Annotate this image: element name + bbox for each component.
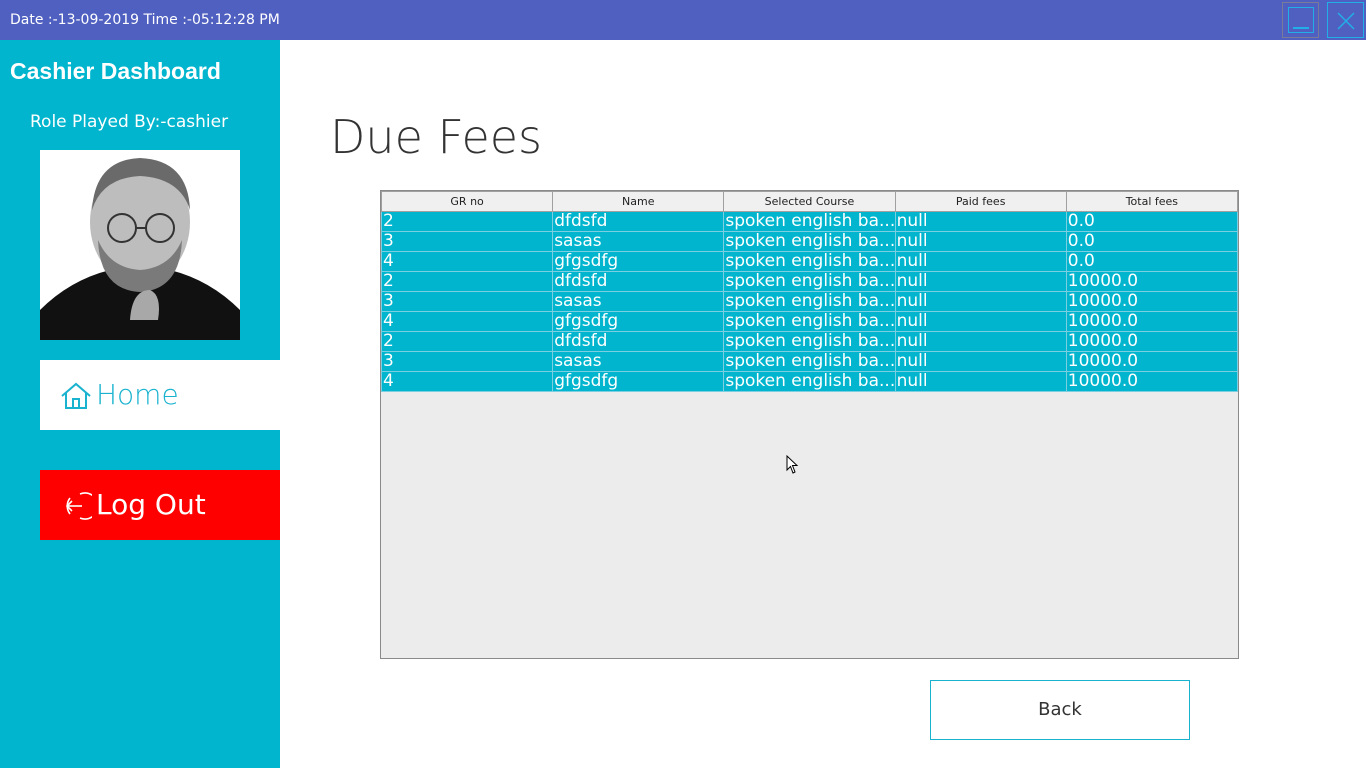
column-header[interactable]: GR no (381, 191, 554, 212)
table-cell[interactable]: 3 (381, 231, 554, 252)
table-cell[interactable]: 2 (381, 271, 554, 292)
table-row[interactable]: 4 gfgsdfg spoken english ba... null 0.0 (381, 251, 1238, 272)
table-header-row: GR no Name Selected Course Paid fees Tot… (381, 191, 1238, 212)
datetime-label: Date :-13-09-2019 Time :-05:12:28 PM (10, 12, 280, 28)
table-cell[interactable]: gfgsdfg (552, 371, 725, 392)
close-button[interactable] (1327, 2, 1364, 38)
mouse-cursor-icon (786, 455, 799, 474)
table-cell[interactable]: spoken english ba... (723, 371, 896, 392)
nav-home-button[interactable]: Home (40, 360, 280, 430)
table-cell[interactable]: dfdsfd (552, 211, 725, 232)
table-cell[interactable]: 10000.0 (1065, 291, 1238, 312)
table-row[interactable]: 4 gfgsdfg spoken english ba... null 1000… (381, 311, 1238, 332)
table-cell[interactable]: 3 (381, 291, 554, 312)
table-cell[interactable]: spoken english ba... (723, 311, 896, 332)
dashboard-title: Cashier Dashboard (10, 58, 221, 84)
back-button[interactable]: Back (930, 680, 1190, 740)
close-icon (1337, 12, 1355, 30)
table-row[interactable]: 2 dfdsfd spoken english ba... null 10000… (381, 331, 1238, 352)
table-cell[interactable]: null (894, 311, 1067, 332)
table-row[interactable]: 3 sasas spoken english ba... null 0.0 (381, 231, 1238, 252)
column-header[interactable]: Total fees (1065, 191, 1238, 212)
table-cell[interactable]: 2 (381, 211, 554, 232)
page-title: Due Fees (330, 110, 543, 164)
logout-button[interactable]: Log Out (40, 470, 280, 540)
table-cell[interactable]: spoken english ba... (723, 231, 896, 252)
table-cell[interactable]: spoken english ba... (723, 251, 896, 272)
table-row[interactable]: 2 dfdsfd spoken english ba... null 10000… (381, 271, 1238, 292)
table-row[interactable]: 2 dfdsfd spoken english ba... null 0.0 (381, 211, 1238, 232)
avatar (40, 150, 240, 340)
logout-label: Log Out (96, 488, 206, 521)
home-icon (61, 382, 91, 409)
table-cell[interactable]: 10000.0 (1065, 371, 1238, 392)
table-cell[interactable]: spoken english ba... (723, 331, 896, 352)
table-cell[interactable]: sasas (552, 231, 725, 252)
table-cell[interactable]: 0.0 (1065, 231, 1238, 252)
table-cell[interactable]: null (894, 331, 1067, 352)
table-cell[interactable]: 3 (381, 351, 554, 372)
table-cell[interactable]: spoken english ba... (723, 271, 896, 292)
table-cell[interactable]: null (894, 371, 1067, 392)
minimize-button[interactable] (1282, 2, 1319, 38)
table-cell[interactable]: null (894, 291, 1067, 312)
table-cell[interactable]: spoken english ba... (723, 351, 896, 372)
table-cell[interactable]: dfdsfd (552, 331, 725, 352)
column-header[interactable]: Selected Course (723, 191, 896, 212)
table-cell[interactable]: 10000.0 (1065, 271, 1238, 292)
table-cell[interactable]: sasas (552, 351, 725, 372)
table-cell[interactable]: 4 (381, 251, 554, 272)
table-cell[interactable]: gfgsdfg (552, 251, 725, 272)
table-cell[interactable]: 10000.0 (1065, 331, 1238, 352)
table-cell[interactable]: 0.0 (1065, 211, 1238, 232)
table-cell[interactable]: null (894, 231, 1067, 252)
nav-home-label: Home (96, 378, 179, 411)
column-header[interactable]: Name (552, 191, 725, 212)
table-cell[interactable]: spoken english ba... (723, 291, 896, 312)
sidebar: Cashier Dashboard Role Played By:-cashie… (0, 40, 280, 768)
logout-icon (65, 492, 92, 520)
table-cell[interactable]: 0.0 (1065, 251, 1238, 272)
table-cell[interactable]: null (894, 271, 1067, 292)
table-row[interactable]: 4 gfgsdfg spoken english ba... null 1000… (381, 371, 1238, 392)
table-cell[interactable]: 2 (381, 331, 554, 352)
column-header[interactable]: Paid fees (894, 191, 1067, 212)
table-cell[interactable]: 10000.0 (1065, 351, 1238, 372)
table-cell[interactable]: spoken english ba... (723, 211, 896, 232)
minimize-icon (1288, 7, 1314, 33)
title-bar: Date :-13-09-2019 Time :-05:12:28 PM (0, 0, 1366, 40)
table-cell[interactable]: sasas (552, 291, 725, 312)
table-cell[interactable]: null (894, 351, 1067, 372)
table-cell[interactable]: null (894, 251, 1067, 272)
table-cell[interactable]: gfgsdfg (552, 311, 725, 332)
table-cell[interactable]: dfdsfd (552, 271, 725, 292)
table-row[interactable]: 3 sasas spoken english ba... null 10000.… (381, 291, 1238, 312)
due-fees-table[interactable]: GR no Name Selected Course Paid fees Tot… (380, 190, 1239, 659)
table-row[interactable]: 3 sasas spoken english ba... null 10000.… (381, 351, 1238, 372)
table-cell[interactable]: null (894, 211, 1067, 232)
table-cell[interactable]: 4 (381, 371, 554, 392)
role-label: Role Played By:-cashier (30, 112, 229, 132)
table-cell[interactable]: 4 (381, 311, 554, 332)
table-cell[interactable]: 10000.0 (1065, 311, 1238, 332)
